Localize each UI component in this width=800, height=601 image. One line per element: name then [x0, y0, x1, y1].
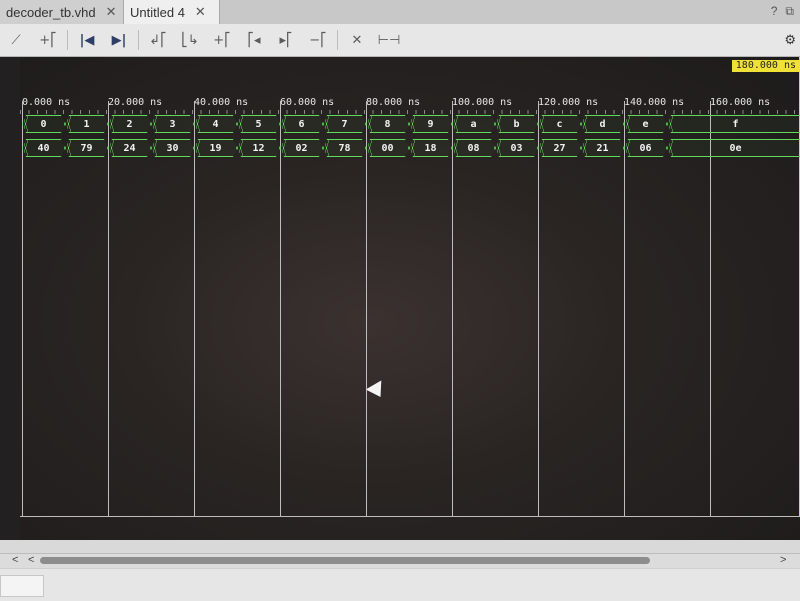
- add-marker-icon[interactable]: +⎡: [37, 29, 59, 51]
- tab-actions: ? ⧉: [771, 4, 794, 19]
- waveform-bottom-border: [20, 516, 800, 517]
- waveform-toolbar: ⟋ +⎡ |◀ ▶| ↲⎡ ⎣↳ +⎡ ⎡◂ ▸⎡ −⎡ ✕ ⊢⊣ ⚙: [0, 24, 800, 57]
- scroll-left-icon[interactable]: <: [28, 554, 34, 566]
- tab-label: Untitled 4: [130, 4, 185, 20]
- previous-transition-icon[interactable]: ↲⎡: [147, 29, 169, 51]
- status-field: [0, 575, 44, 597]
- grid-line: [108, 101, 109, 516]
- grid-line: [366, 101, 367, 516]
- time-cursor-label: 180.000 ns: [731, 60, 800, 72]
- ruler-minor-ticks: [20, 110, 800, 114]
- toolbar-separator: [138, 30, 139, 50]
- grid-line: [22, 101, 23, 516]
- bus-value-segment[interactable]: 4: [194, 115, 237, 133]
- grid-line: [710, 101, 711, 516]
- gear-icon[interactable]: ⚙: [784, 32, 796, 48]
- zoom-fit-icon[interactable]: ⟋: [5, 29, 27, 51]
- bus-value-segment[interactable]: 7: [323, 115, 366, 133]
- bus-value-segment[interactable]: 27: [538, 139, 581, 157]
- bus-value-segment[interactable]: 9: [409, 115, 452, 133]
- horizontal-scrollbar[interactable]: < < >: [0, 553, 800, 568]
- tab-bar: decoder_tb.vhd ✕ Untitled 4 ✕ ? ⧉: [0, 0, 800, 25]
- bus-value-segment[interactable]: a: [452, 115, 495, 133]
- signal-row-1[interactable]: 40 79 24 30 19 12 02 78 00 18 08 03 27 21 06 0e: [20, 139, 800, 159]
- bus-value-segment[interactable]: 6: [280, 115, 323, 133]
- bus-value-segment[interactable]: 2: [108, 115, 151, 133]
- bus-value-segment[interactable]: 0e: [667, 139, 800, 157]
- waveform-area[interactable]: 180.000 ns 0.000 ns 20.000 ns 40.000 ns 60.…: [20, 57, 800, 540]
- ruler-tick-label: 40.000 ns: [194, 97, 249, 108]
- previous-marker-icon[interactable]: ⎡◂: [243, 29, 265, 51]
- ruler-tick-label: 60.000 ns: [280, 97, 335, 108]
- bus-value-segment[interactable]: 02: [280, 139, 323, 157]
- restore-icon[interactable]: ⧉: [785, 4, 794, 19]
- bus-value-segment[interactable]: 3: [151, 115, 194, 133]
- tab-label: decoder_tb.vhd: [6, 4, 96, 20]
- bus-value-segment[interactable]: b: [495, 115, 538, 133]
- time-ruler: 0.000 ns 20.000 ns 40.000 ns 60.000 ns 80.00…: [20, 97, 800, 114]
- swap-cursors-icon[interactable]: −⎡: [307, 29, 329, 51]
- help-icon[interactable]: ?: [771, 4, 778, 19]
- ruler-tick-label: 120.000 ns: [538, 97, 599, 108]
- grid-line: [194, 101, 195, 516]
- bus-value-segment[interactable]: f: [667, 115, 800, 133]
- grid-line: [452, 101, 453, 516]
- ruler-tick-label: 20.000 ns: [108, 97, 163, 108]
- ruler-tick-label: 160.000 ns: [710, 97, 771, 108]
- bus-value-segment[interactable]: 0: [22, 115, 65, 133]
- grid-line: [624, 101, 625, 516]
- delete-icon[interactable]: ✕: [346, 29, 368, 51]
- next-marker-icon[interactable]: ▸⎡: [275, 29, 297, 51]
- bus-value-segment[interactable]: 12: [237, 139, 280, 157]
- toolbar-separator: [337, 30, 338, 50]
- fit-width-icon[interactable]: ⊢⊣: [378, 29, 401, 51]
- tab-untitled-4[interactable]: Untitled 4 ✕: [124, 0, 220, 24]
- signal-row-0[interactable]: 0123456789abcdef: [20, 115, 800, 135]
- ruler-tick-label: 100.000 ns: [452, 97, 513, 108]
- bus-value-segment[interactable]: e: [624, 115, 667, 133]
- close-icon[interactable]: ✕: [106, 4, 117, 20]
- go-to-end-icon[interactable]: ▶|: [108, 29, 130, 51]
- bus-value-segment[interactable]: 00: [366, 139, 409, 157]
- mouse-pointer-icon: [365, 380, 389, 402]
- bus-value-segment[interactable]: 08: [452, 139, 495, 157]
- scrollbar-thumb[interactable]: [40, 557, 650, 564]
- bus-value-segment[interactable]: 18: [409, 139, 452, 157]
- add-marker-2-icon[interactable]: +⎡: [211, 29, 233, 51]
- bus-value-segment[interactable]: 30: [151, 139, 194, 157]
- signal-names-panel: [0, 57, 22, 540]
- grid-line: [280, 101, 281, 516]
- bus-value-segment[interactable]: 79: [65, 139, 108, 157]
- bus-value-segment[interactable]: d: [581, 115, 624, 133]
- bus-value-segment[interactable]: 06: [624, 139, 667, 157]
- toolbar-separator: [67, 30, 68, 50]
- bus-value-segment[interactable]: 1: [65, 115, 108, 133]
- go-to-start-icon[interactable]: |◀: [76, 29, 98, 51]
- scroll-right-icon[interactable]: >: [780, 554, 786, 566]
- tab-decoder-tb[interactable]: decoder_tb.vhd ✕: [0, 0, 124, 24]
- bus-value-segment[interactable]: 8: [366, 115, 409, 133]
- bus-value-segment[interactable]: 5: [237, 115, 280, 133]
- bus-value-segment[interactable]: 78: [323, 139, 366, 157]
- bus-value-segment[interactable]: 40: [22, 139, 65, 157]
- grid-line: [538, 101, 539, 516]
- ruler-tick-label: 80.000 ns: [366, 97, 421, 108]
- close-icon[interactable]: ✕: [195, 4, 206, 20]
- status-bar: [0, 568, 800, 601]
- bus-value-segment[interactable]: 21: [581, 139, 624, 157]
- ruler-tick-label: 0.000 ns: [22, 97, 71, 108]
- bus-value-segment[interactable]: 19: [194, 139, 237, 157]
- bus-value-segment[interactable]: 03: [495, 139, 538, 157]
- next-transition-icon[interactable]: ⎣↳: [179, 29, 201, 51]
- scroll-left-icon[interactable]: <: [12, 554, 18, 566]
- bus-value-segment[interactable]: 24: [108, 139, 151, 157]
- ruler-tick-label: 140.000 ns: [624, 97, 685, 108]
- bus-value-segment[interactable]: c: [538, 115, 581, 133]
